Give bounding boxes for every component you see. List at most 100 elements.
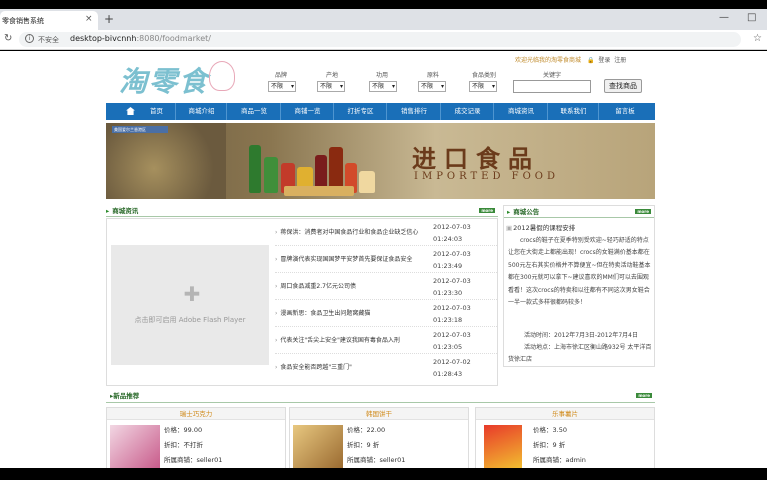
arrow-right-icon: ▸ xyxy=(106,207,110,215)
nav-item-products[interactable]: 商品一览 xyxy=(228,103,281,120)
product-price: 价格：99.00 xyxy=(164,426,203,434)
product-image[interactable] xyxy=(110,425,160,468)
notice-body: crocs的鞋子在夏季特别受欢迎~轻巧舒适的特点让您在大街走上都能出现！croc… xyxy=(508,237,651,307)
lock-icon: 🔒 xyxy=(586,57,595,64)
news-item[interactable]: 蒋保洪：消费者对中国食品行业和食品企业缺乏信心 2012-07-0301:24:… xyxy=(275,219,497,246)
browser-tab-bar: 零食销售系统 × + — □ xyxy=(0,9,767,30)
news-panel: ✚ 点击即可启用 Adobe Flash Player 蒋保洪：消费者对中国食品… xyxy=(106,218,498,386)
filter-label-material: 原料 xyxy=(427,72,440,79)
keyword-input[interactable] xyxy=(513,80,591,93)
product-name[interactable]: 韩国饼干 xyxy=(290,408,468,420)
news-item-title[interactable]: 漫画新思：食品卫生出问题窝藏猫 xyxy=(275,308,425,317)
product-price: 价格：22.00 xyxy=(347,426,386,434)
notice-more-link[interactable]: more xyxy=(635,209,651,214)
news-item-date: 2012-07-03 01:23:49 xyxy=(433,250,471,270)
browser-toolbar: ↻ i 不安全 desktop-bivcnnh:8080/foodmarket/… xyxy=(0,30,767,50)
product-seller: 所属商铺：admin xyxy=(533,456,586,464)
product-image[interactable] xyxy=(293,425,343,468)
news-item[interactable]: 代表关注"舌尖上安全"建议我国有毒食品入刑 2012-07-0301:23:05 xyxy=(275,327,497,354)
chevron-down-icon: ▾ xyxy=(391,83,395,90)
address-bar[interactable]: i 不安全 desktop-bivcnnh:8080/foodmarket/ xyxy=(19,32,741,47)
main-nav: 首页 商城介绍 商品一览 商铺一览 打折专区 销售排行 成交记录 商城资讯 联系… xyxy=(106,103,655,120)
news-item-date: 2012-07-03 01:23:05 xyxy=(433,331,471,351)
reload-icon[interactable]: ↻ xyxy=(4,33,12,44)
news-item-title[interactable]: 食品安全能否跨越"三重门" xyxy=(275,362,425,371)
home-icon[interactable] xyxy=(126,107,135,115)
product-image[interactable] xyxy=(484,425,522,468)
browser-tab[interactable]: 零食销售系统 × xyxy=(0,11,98,30)
news-item[interactable]: 食品安全能否跨越"三重门" 2012-07-0201:28:43 xyxy=(275,354,497,381)
notice-image[interactable]: 2012暑假的课程安排 xyxy=(506,222,575,232)
nav-item-contact[interactable]: 联系我们 xyxy=(549,103,599,120)
tab-title: 零食销售系统 xyxy=(2,17,44,25)
news-item[interactable]: 冒牌演代表实现国国梦平安梦首先要保证食品安全 2012-07-0301:23:4… xyxy=(275,246,497,273)
nav-item-ranking[interactable]: 销售排行 xyxy=(388,103,441,120)
flash-player-placeholder[interactable]: ✚ 点击即可启用 Adobe Flash Player xyxy=(111,245,269,365)
security-label: 不安全 xyxy=(38,36,59,44)
chevron-down-icon: ▾ xyxy=(339,83,343,90)
banner-title: 进口食品 xyxy=(412,144,540,173)
nav-item-home[interactable]: 首页 xyxy=(138,103,176,120)
news-item[interactable]: 周口食品减重2.7亿元公司债 2012-07-0301:23:30 xyxy=(275,273,497,300)
product-name[interactable]: 瑞士巧克力 xyxy=(107,408,285,420)
product-packs-image xyxy=(284,186,354,196)
news-section-header: ▸ 商城资讯 more xyxy=(106,205,498,217)
logo-mascot-icon xyxy=(209,61,235,91)
recommend-more-link[interactable]: more xyxy=(636,393,652,398)
product-box-image xyxy=(359,171,375,193)
nav-item-about[interactable]: 商城介绍 xyxy=(177,103,227,120)
product-card[interactable]: 韩国饼干 价格：22.00 折扣：9 折 所属商铺：seller01 xyxy=(289,407,469,468)
nav-item-shops[interactable]: 商铺一览 xyxy=(282,103,334,120)
product-card[interactable]: 瑞士巧克力 价格：99.00 折扣：不打折 所属商铺：seller01 xyxy=(106,407,286,468)
recommend-section-header: ▸新品推荐 more xyxy=(106,390,655,403)
filter-select-category[interactable]: 不限 ▾ xyxy=(469,81,497,92)
chevron-down-icon: ▾ xyxy=(440,83,444,90)
filter-select-material[interactable]: 不限 ▾ xyxy=(418,81,446,92)
banner-globe-decoration xyxy=(106,123,226,199)
notice-panel: ▸商城公告 more 2012暑假的课程安排 crocs的鞋子在夏季特别受欢迎~… xyxy=(503,205,655,367)
product-name[interactable]: 乐事薯片 xyxy=(476,408,654,420)
news-more-link[interactable]: more xyxy=(479,208,495,213)
keyword-label: 关键字 xyxy=(543,72,562,79)
search-button[interactable]: 查找商品 xyxy=(604,79,642,93)
filter-select-function[interactable]: 不限 ▾ xyxy=(369,81,397,92)
nav-item-news[interactable]: 商城资讯 xyxy=(495,103,548,120)
product-discount: 折扣：9 折 xyxy=(533,441,566,449)
maximize-icon[interactable]: □ xyxy=(747,12,756,23)
product-bottle-image xyxy=(264,157,278,193)
promo-banner[interactable]: 美国爱尔兰香港区 进口食品 IMPORTED FOOD xyxy=(106,123,655,199)
news-item[interactable]: 漫画新思：食品卫生出问题窝藏猫 2012-07-0301:23:18 xyxy=(275,300,497,327)
chevron-down-icon: ▾ xyxy=(290,83,294,90)
login-link[interactable]: 登录 xyxy=(598,57,610,64)
news-item-title[interactable]: 周口食品减重2.7亿元公司债 xyxy=(275,281,425,290)
news-item-date: 2012-07-02 01:28:43 xyxy=(433,358,471,378)
product-discount: 折扣：不打折 xyxy=(164,441,203,449)
welcome-text: 欢迎光临我的淘零食商城 xyxy=(515,57,582,64)
filter-select-brand[interactable]: 不限 ▾ xyxy=(268,81,296,92)
news-item-title[interactable]: 蒋保洪：消费者对中国食品行业和食品企业缺乏信心 xyxy=(275,227,425,236)
nav-item-guestbook[interactable]: 留言板 xyxy=(600,103,650,120)
banner-badge: 美国爱尔兰香港区 xyxy=(112,126,168,133)
notice-section-header: ▸ 商城公告 more xyxy=(504,206,654,218)
nav-item-discount[interactable]: 打折专区 xyxy=(335,103,387,120)
new-tab-icon[interactable]: + xyxy=(104,12,114,26)
news-item-date: 2012-07-03 01:23:30 xyxy=(433,277,471,297)
bookmark-star-icon[interactable]: ☆ xyxy=(753,33,762,44)
news-item-title[interactable]: 冒牌演代表实现国国梦平安梦首先要保证食品安全 xyxy=(275,254,425,263)
minimize-icon[interactable]: — xyxy=(719,12,729,23)
screen-top-border xyxy=(0,0,767,9)
screen-bottom-border xyxy=(0,468,767,480)
product-card[interactable]: 乐事薯片 价格：3.50 折扣：9 折 所属商铺：admin xyxy=(475,407,655,468)
site-logo[interactable]: 淘零食 xyxy=(119,57,237,98)
banner-subtitle: IMPORTED FOOD xyxy=(414,171,559,182)
product-seller: 所属商铺：seller01 xyxy=(347,456,406,464)
info-icon[interactable]: i xyxy=(25,34,34,43)
register-link[interactable]: 注册 xyxy=(614,57,626,64)
nav-item-deals[interactable]: 成交记录 xyxy=(442,103,494,120)
tab-close-icon[interactable]: × xyxy=(85,14,93,24)
news-heading: 商城资讯 xyxy=(112,207,139,215)
arrow-right-icon: ▸ xyxy=(507,208,511,216)
news-item-title[interactable]: 代表关注"舌尖上安全"建议我国有毒食品入刑 xyxy=(275,335,425,344)
filter-select-origin[interactable]: 不限 ▾ xyxy=(317,81,345,92)
url-text: desktop-bivcnnh:8080/foodmarket/ xyxy=(70,34,211,43)
